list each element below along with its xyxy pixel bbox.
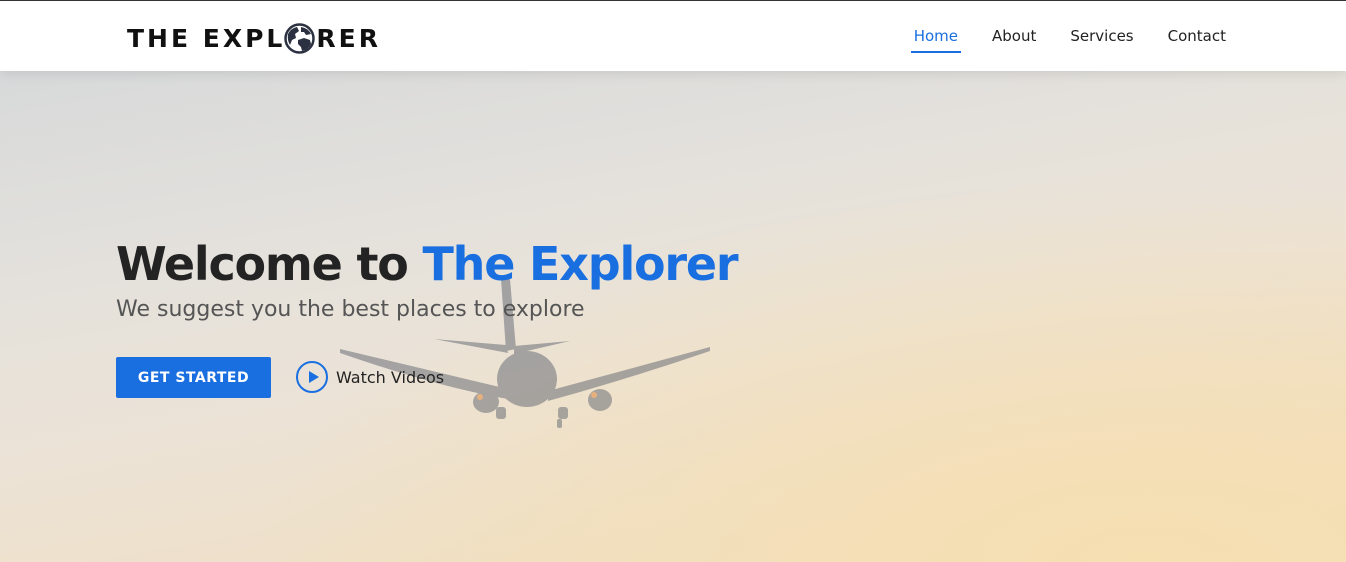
hero-headline-accent: The Explorer bbox=[422, 237, 739, 291]
get-started-button[interactable]: GET STARTED bbox=[116, 357, 271, 398]
logo-text-end: RER bbox=[316, 23, 381, 53]
main-nav: Home About Services Contact bbox=[883, 23, 1229, 53]
watch-videos-label: Watch Videos bbox=[336, 367, 445, 387]
globe-icon bbox=[284, 22, 316, 54]
page: THE EXPL RER Home About Services Contact bbox=[0, 0, 1346, 562]
logo-text-start: THE EXPL bbox=[127, 23, 286, 53]
hero-subtitle: We suggest you the best places to explor… bbox=[116, 297, 585, 322]
nav-item-contact[interactable]: Contact bbox=[1165, 23, 1229, 53]
nav-item-about[interactable]: About bbox=[989, 23, 1039, 53]
nav-item-home[interactable]: Home bbox=[910, 23, 962, 53]
site-logo[interactable]: THE EXPL RER bbox=[127, 21, 381, 55]
hero-headline: Welcome to The Explorer bbox=[116, 237, 739, 291]
hero-headline-prefix: Welcome to bbox=[116, 237, 423, 291]
watch-videos-link[interactable]: Watch Videos bbox=[296, 360, 444, 394]
play-icon[interactable] bbox=[296, 361, 328, 393]
hero-section: Welcome to The Explorer We suggest you t… bbox=[0, 71, 1346, 562]
nav-item-services[interactable]: Services bbox=[1067, 23, 1136, 53]
site-header: THE EXPL RER Home About Services Contact bbox=[0, 0, 1346, 71]
